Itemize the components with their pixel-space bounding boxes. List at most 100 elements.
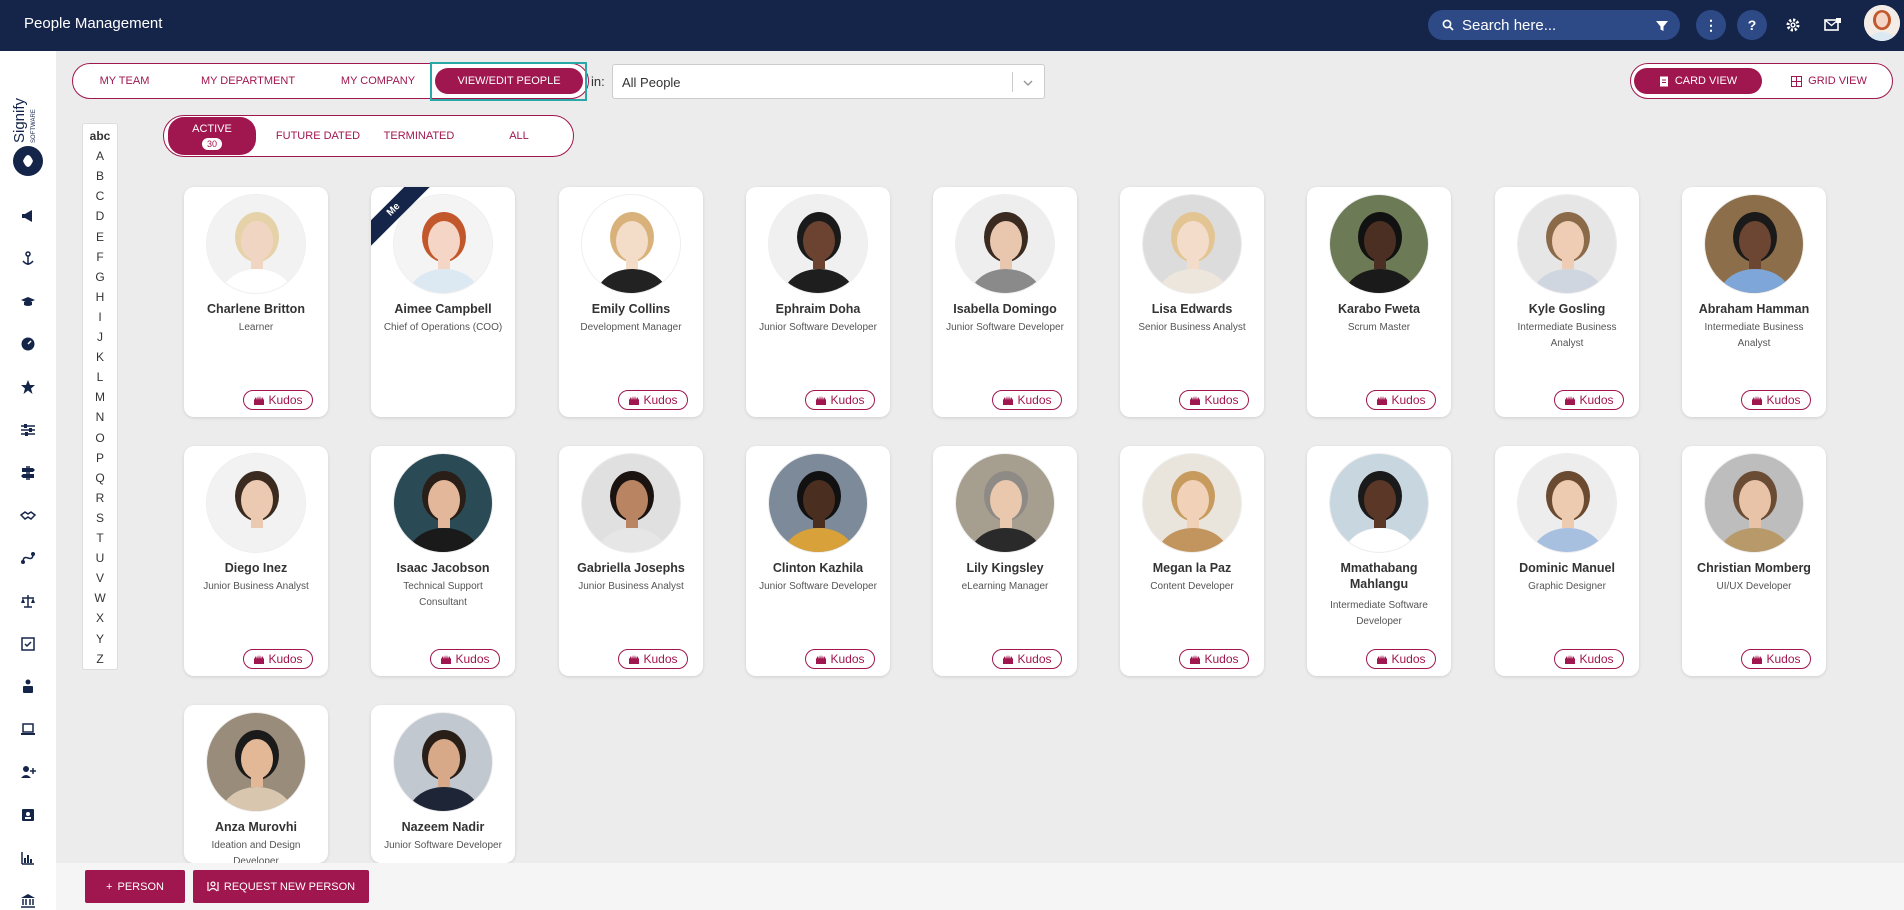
- tab-future-dated[interactable]: FUTURE DATED: [268, 120, 368, 152]
- card-view-button[interactable]: CARD VIEW: [1634, 68, 1762, 94]
- alphabet-letter[interactable]: O: [83, 431, 117, 445]
- kudos-button[interactable]: Kudos: [1179, 649, 1249, 669]
- person-card[interactable]: Isabella Domingo Junior Software Develope…: [933, 187, 1077, 417]
- help-button[interactable]: ?: [1737, 10, 1767, 40]
- alphabet-letter[interactable]: G: [83, 270, 117, 284]
- kudos-button[interactable]: Kudos: [243, 390, 313, 410]
- add-person-button[interactable]: + PERSON: [85, 870, 185, 903]
- alphabet-letter[interactable]: S: [83, 511, 117, 525]
- kudos-button[interactable]: Kudos: [618, 390, 688, 410]
- person-card[interactable]: Anza Murovhi Ideation and Design Develope…: [184, 705, 328, 863]
- kudos-button[interactable]: Kudos: [1554, 649, 1624, 669]
- bank-icon[interactable]: [18, 891, 38, 910]
- route-icon[interactable]: [18, 548, 38, 568]
- kudos-button[interactable]: Kudos: [430, 649, 500, 669]
- alphabet-letter[interactable]: E: [83, 230, 117, 244]
- kudos-button[interactable]: Kudos: [805, 390, 875, 410]
- alphabet-letter[interactable]: I: [83, 310, 117, 324]
- alphabet-all[interactable]: abc: [83, 129, 117, 143]
- person-card[interactable]: Dominic Manuel Graphic Designer Kudos: [1495, 446, 1639, 676]
- kudos-button[interactable]: Kudos: [992, 390, 1062, 410]
- person-card[interactable]: Isaac Jacobson Technical Support Consulta…: [371, 446, 515, 676]
- alphabet-letter[interactable]: W: [83, 591, 117, 605]
- alphabet-letter[interactable]: C: [83, 189, 117, 203]
- more-options-button[interactable]: ⋮: [1696, 10, 1726, 40]
- alphabet-letter[interactable]: R: [83, 491, 117, 505]
- tab-my-team[interactable]: MY TEAM: [77, 68, 172, 94]
- alphabet-letter[interactable]: Z: [83, 652, 117, 666]
- scales-icon[interactable]: [18, 591, 38, 611]
- person-card[interactable]: Megan la Paz Content Developer Kudos: [1120, 446, 1264, 676]
- kudos-button[interactable]: Kudos: [1741, 390, 1811, 410]
- briefcase-person-icon[interactable]: [18, 676, 38, 696]
- person-card[interactable]: Diego Inez Junior Business Analyst Kudos: [184, 446, 328, 676]
- graduation-cap-icon[interactable]: [18, 292, 38, 312]
- person-card[interactable]: Nazeem Nadir Junior Software Developer: [371, 705, 515, 863]
- person-card[interactable]: Abraham Hamman Intermediate Business Anal…: [1682, 187, 1826, 417]
- person-card[interactable]: Karabo Fweta Scrum Master Kudos: [1307, 187, 1451, 417]
- person-card[interactable]: Gabriella Josephs Junior Business Analyst…: [559, 446, 703, 676]
- tab-all[interactable]: ALL: [484, 120, 554, 152]
- alphabet-letter[interactable]: N: [83, 410, 117, 424]
- laptop-icon[interactable]: [18, 719, 38, 739]
- alphabet-letter[interactable]: F: [83, 250, 117, 264]
- signpost-icon[interactable]: [18, 463, 38, 483]
- sliders-icon[interactable]: [18, 420, 38, 440]
- alphabet-letter[interactable]: J: [83, 330, 117, 344]
- kudos-button[interactable]: Kudos: [805, 649, 875, 669]
- alphabet-letter[interactable]: K: [83, 350, 117, 364]
- search-input[interactable]: [1462, 16, 1652, 34]
- kudos-button[interactable]: Kudos: [618, 649, 688, 669]
- kudos-button[interactable]: Kudos: [243, 649, 313, 669]
- star-icon[interactable]: [18, 377, 38, 397]
- alphabet-letter[interactable]: L: [83, 370, 117, 384]
- person-card[interactable]: Ephraim Doha Junior Software Developer Kud…: [746, 187, 890, 417]
- kudos-button[interactable]: Kudos: [1366, 649, 1436, 669]
- kudos-button[interactable]: Kudos: [1179, 390, 1249, 410]
- person-card[interactable]: Lily Kingsley eLearning Manager Kudos: [933, 446, 1077, 676]
- grid-view-button[interactable]: GRID VIEW: [1769, 68, 1889, 94]
- tab-my-department[interactable]: MY DEPARTMENT: [183, 68, 313, 94]
- megaphone-icon[interactable]: [18, 206, 38, 226]
- person-card[interactable]: Clinton Kazhila Junior Software Developer…: [746, 446, 890, 676]
- alphabet-letter[interactable]: B: [83, 169, 117, 183]
- alphabet-letter[interactable]: V: [83, 571, 117, 585]
- alphabet-letter[interactable]: X: [83, 611, 117, 625]
- user-avatar[interactable]: [1864, 5, 1900, 41]
- kudos-button[interactable]: Kudos: [1554, 390, 1624, 410]
- filter-icon[interactable]: [1656, 19, 1668, 37]
- alphabet-letter[interactable]: Q: [83, 471, 117, 485]
- person-card[interactable]: Charlene Britton Learner Kudos: [184, 187, 328, 417]
- messages-button[interactable]: [1823, 15, 1843, 35]
- anchor-icon[interactable]: [18, 249, 38, 269]
- handshake-icon[interactable]: [18, 506, 38, 526]
- tab-terminated[interactable]: TERMINATED: [374, 120, 464, 152]
- id-card-icon[interactable]: [18, 805, 38, 825]
- dashboard-icon[interactable]: [18, 334, 38, 354]
- alphabet-letter[interactable]: Y: [83, 632, 117, 646]
- person-card[interactable]: Kyle Gosling Intermediate Business Analys…: [1495, 187, 1639, 417]
- alphabet-letter[interactable]: H: [83, 290, 117, 304]
- alphabet-letter[interactable]: U: [83, 551, 117, 565]
- user-add-icon[interactable]: [18, 762, 38, 782]
- tab-my-company[interactable]: MY COMPANY: [323, 68, 433, 94]
- checklist-icon[interactable]: [18, 634, 38, 654]
- alphabet-letter[interactable]: A: [83, 149, 117, 163]
- bar-chart-icon[interactable]: [18, 848, 38, 868]
- kudos-button[interactable]: Kudos: [1366, 390, 1436, 410]
- search-box[interactable]: [1428, 10, 1680, 40]
- people-filter-select[interactable]: All People: [612, 64, 1045, 99]
- alphabet-letter[interactable]: D: [83, 209, 117, 223]
- kudos-button[interactable]: Kudos: [1741, 649, 1811, 669]
- person-card[interactable]: Christian Momberg UI/UX Developer Kudos: [1682, 446, 1826, 676]
- alphabet-letter[interactable]: P: [83, 451, 117, 465]
- tab-active[interactable]: ACTIVE 30: [168, 117, 256, 155]
- person-card[interactable]: Me Aimee Campbell Chief of Operations (COO…: [371, 187, 515, 417]
- person-card[interactable]: Lisa Edwards Senior Business Analyst Kudos: [1120, 187, 1264, 417]
- person-card[interactable]: Emily Collins Development Manager Kudos: [559, 187, 703, 417]
- request-new-person-button[interactable]: REQUEST NEW PERSON: [193, 870, 369, 903]
- settings-button[interactable]: [1783, 15, 1803, 35]
- alphabet-letter[interactable]: M: [83, 390, 117, 404]
- person-card[interactable]: Mmathabang Mahlangu Intermediate Software…: [1307, 446, 1451, 676]
- alphabet-letter[interactable]: T: [83, 531, 117, 545]
